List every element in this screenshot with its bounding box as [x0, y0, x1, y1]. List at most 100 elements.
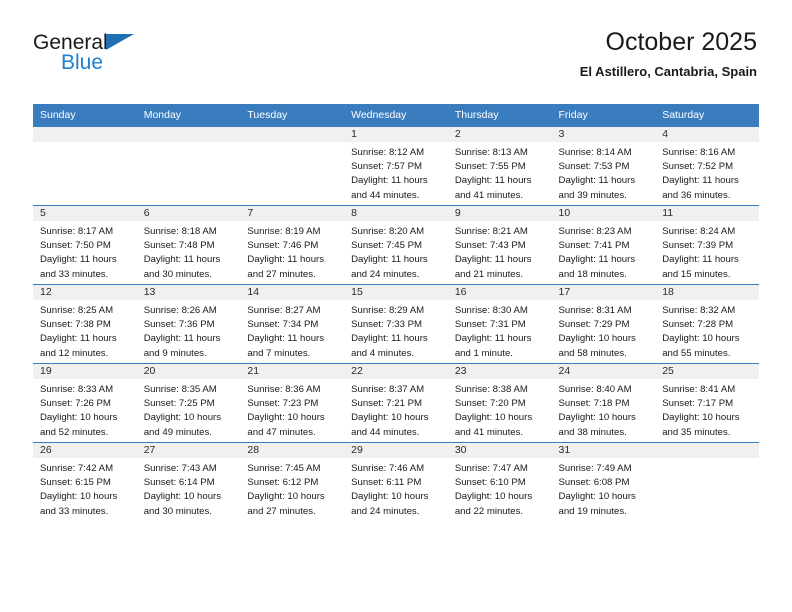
calendar-day-cell[interactable]: 18 Sunrise: 8:32 AM Sunset: 7:28 PM Dayligh… — [655, 284, 759, 364]
calendar-day-cell[interactable]: 20 Sunrise: 8:35 AM Sunset: 7:25 PM Dayligh… — [136, 363, 241, 443]
day-number: 31 — [551, 443, 656, 458]
day-number: 18 — [655, 285, 759, 300]
calendar-day-cell[interactable]: 8 Sunrise: 8:20 AM Sunset: 7:45 PM Daylight… — [344, 205, 448, 285]
day-number: 6 — [136, 206, 241, 221]
sunrise-time: Sunrise: 7:42 AM — [40, 463, 114, 474]
calendar-day-cell[interactable]: 29 Sunrise: 7:46 AM Sunset: 6:11 PM Dayligh… — [344, 442, 448, 521]
day-number: 20 — [136, 364, 241, 379]
sunset-time: Sunset: 6:15 PM — [40, 477, 111, 489]
calendar-day-cell[interactable]: 21 Sunrise: 8:36 AM Sunset: 7:23 PM Dayligh… — [240, 363, 345, 443]
calendar-day-cell[interactable]: 12 Sunrise: 8:25 AM Sunset: 7:38 PM Dayligh… — [33, 284, 137, 364]
day-number: 15 — [344, 285, 448, 300]
sunset-time: Sunset: 7:46 PM — [247, 240, 319, 252]
day-number: 27 — [136, 443, 241, 458]
calendar-day-cell[interactable]: 7 Sunrise: 8:19 AM Sunset: 7:46 PM Daylight… — [240, 205, 345, 285]
sunset-time: Sunset: 7:52 PM — [662, 161, 734, 173]
calendar-day-cell[interactable]: 22 Sunrise: 8:37 AM Sunset: 7:21 PM Dayligh… — [344, 363, 448, 443]
weekday-header-saturday: Saturday — [655, 104, 759, 127]
daylight-duration-line2: and 52 minutes. — [40, 426, 109, 438]
day-number: 3 — [551, 127, 656, 142]
day-number: 9 — [447, 206, 552, 221]
weekday-header-wednesday: Wednesday — [344, 104, 448, 127]
sunrise-time: Sunrise: 8:17 AM — [40, 226, 114, 237]
daylight-duration-line1: Daylight: 11 hours — [247, 333, 325, 345]
calendar-day-cell[interactable]: 27 Sunrise: 7:43 AM Sunset: 6:14 PM Dayligh… — [136, 442, 241, 521]
sunset-time: Sunset: 7:18 PM — [558, 398, 630, 410]
calendar-day-cell-empty — [240, 126, 345, 206]
calendar-day-cell[interactable]: 25 Sunrise: 8:41 AM Sunset: 7:17 PM Dayligh… — [655, 363, 759, 443]
sunset-time: Sunset: 6:11 PM — [351, 477, 422, 489]
calendar-day-cell[interactable]: 23 Sunrise: 8:38 AM Sunset: 7:20 PM Dayligh… — [447, 363, 552, 443]
daylight-duration-line2: and 9 minutes. — [143, 347, 207, 359]
sunrise-time: Sunrise: 7:43 AM — [143, 463, 217, 474]
day-details: Sunrise: 8:27 AM Sunset: 7:34 PM Daylight:… — [240, 300, 344, 361]
daylight-duration-line2: and 15 minutes. — [662, 268, 731, 280]
day-number — [655, 443, 759, 458]
daylight-duration-line1: Daylight: 10 hours — [143, 412, 222, 424]
daylight-duration-line2: and 36 minutes. — [662, 189, 731, 201]
calendar-day-cell[interactable]: 28 Sunrise: 7:45 AM Sunset: 6:12 PM Dayligh… — [240, 442, 345, 521]
calendar-day-cell-empty — [655, 442, 759, 521]
daylight-duration-line1: Daylight: 10 hours — [662, 333, 740, 345]
day-details: Sunrise: 8:13 AM Sunset: 7:55 PM Daylight:… — [448, 142, 552, 203]
sunset-time: Sunset: 6:08 PM — [558, 477, 630, 489]
calendar-day-cell[interactable]: 1 Sunrise: 8:12 AM Sunset: 7:57 PM Daylight… — [344, 126, 448, 206]
day-details: Sunrise: 8:18 AM Sunset: 7:48 PM Daylight:… — [137, 221, 241, 282]
sunset-time: Sunset: 7:41 PM — [558, 240, 630, 252]
sunset-time: Sunset: 7:28 PM — [662, 319, 734, 331]
calendar-grid: Sunday Monday Tuesday Wednesday Thursday… — [33, 104, 759, 521]
calendar-day-cell[interactable]: 16 Sunrise: 8:30 AM Sunset: 7:31 PM Dayligh… — [447, 284, 552, 364]
calendar-day-cell[interactable]: 5 Sunrise: 8:17 AM Sunset: 7:50 PM Daylight… — [33, 205, 137, 285]
calendar-day-cell[interactable]: 26 Sunrise: 7:42 AM Sunset: 6:15 PM Dayligh… — [33, 442, 137, 521]
daylight-duration-line2: and 33 minutes. — [40, 505, 109, 517]
day-details: Sunrise: 7:47 AM Sunset: 6:10 PM Daylight:… — [448, 458, 552, 519]
calendar-day-cell[interactable]: 17 Sunrise: 8:31 AM Sunset: 7:29 PM Dayligh… — [551, 284, 656, 364]
calendar-week-row: 5 Sunrise: 8:17 AM Sunset: 7:50 PM Daylight… — [33, 205, 759, 285]
sunset-time: Sunset: 7:31 PM — [454, 319, 526, 331]
calendar-day-cell[interactable]: 15 Sunrise: 8:29 AM Sunset: 7:33 PM Dayligh… — [344, 284, 448, 364]
daylight-duration-line2: and 22 minutes. — [454, 505, 524, 517]
sunrise-time: Sunrise: 7:49 AM — [558, 463, 632, 474]
calendar-day-cell[interactable]: 3 Sunrise: 8:14 AM Sunset: 7:53 PM Daylight… — [551, 126, 656, 206]
calendar-day-cell[interactable]: 2 Sunrise: 8:13 AM Sunset: 7:55 PM Daylight… — [447, 126, 552, 206]
day-details: Sunrise: 7:43 AM Sunset: 6:14 PM Daylight:… — [137, 458, 241, 519]
day-number: 1 — [344, 127, 448, 142]
sunset-time: Sunset: 7:43 PM — [454, 240, 526, 252]
sunset-time: Sunset: 7:33 PM — [351, 319, 423, 331]
day-details: Sunrise: 8:29 AM Sunset: 7:33 PM Daylight:… — [344, 300, 448, 361]
sunset-time: Sunset: 7:38 PM — [40, 319, 111, 331]
calendar-day-cell[interactable]: 10 Sunrise: 8:23 AM Sunset: 7:41 PM Dayligh… — [551, 205, 656, 285]
day-details: Sunrise: 7:49 AM Sunset: 6:08 PM Daylight:… — [552, 458, 656, 519]
calendar-day-cell[interactable]: 11 Sunrise: 8:24 AM Sunset: 7:39 PM Dayligh… — [655, 205, 759, 285]
daylight-duration-line1: Daylight: 10 hours — [351, 491, 429, 503]
calendar-day-cell[interactable]: 9 Sunrise: 8:21 AM Sunset: 7:43 PM Daylight… — [447, 205, 552, 285]
page-header: General Blue October 2025 El Astillero, … — [33, 28, 757, 90]
sunset-time: Sunset: 7:25 PM — [143, 398, 215, 410]
day-details: Sunrise: 7:45 AM Sunset: 6:12 PM Daylight:… — [240, 458, 344, 519]
daylight-duration-line2: and 58 minutes. — [558, 347, 627, 359]
daylight-duration-line1: Daylight: 10 hours — [247, 412, 325, 424]
calendar-day-cell[interactable]: 6 Sunrise: 8:18 AM Sunset: 7:48 PM Daylight… — [136, 205, 241, 285]
day-details: Sunrise: 8:36 AM Sunset: 7:23 PM Daylight:… — [240, 379, 344, 440]
weekday-header-thursday: Thursday — [447, 104, 552, 127]
day-number: 11 — [655, 206, 759, 221]
day-number: 26 — [33, 443, 137, 458]
sunset-time: Sunset: 6:12 PM — [247, 477, 319, 489]
calendar-day-cell[interactable]: 19 Sunrise: 8:33 AM Sunset: 7:26 PM Dayligh… — [33, 363, 137, 443]
calendar-body: 1 Sunrise: 8:12 AM Sunset: 7:57 PM Daylight… — [33, 126, 759, 521]
daylight-duration-line1: Daylight: 11 hours — [351, 175, 428, 187]
calendar-day-cell[interactable]: 30 Sunrise: 7:47 AM Sunset: 6:10 PM Dayligh… — [447, 442, 552, 521]
calendar-day-cell[interactable]: 4 Sunrise: 8:16 AM Sunset: 7:52 PM Daylight… — [655, 126, 759, 206]
sunset-time: Sunset: 7:20 PM — [454, 398, 526, 410]
day-details: Sunrise: 8:14 AM Sunset: 7:53 PM Daylight:… — [552, 142, 656, 203]
calendar-day-cell[interactable]: 14 Sunrise: 8:27 AM Sunset: 7:34 PM Dayligh… — [240, 284, 345, 364]
day-number — [136, 127, 241, 142]
calendar-day-cell[interactable]: 31 Sunrise: 7:49 AM Sunset: 6:08 PM Dayligh… — [551, 442, 656, 521]
sunrise-time: Sunrise: 8:40 AM — [558, 384, 632, 395]
calendar-day-cell[interactable]: 24 Sunrise: 8:40 AM Sunset: 7:18 PM Dayligh… — [551, 363, 656, 443]
daylight-duration-line1: Daylight: 11 hours — [247, 254, 325, 266]
day-number: 29 — [344, 443, 448, 458]
sunset-time: Sunset: 7:21 PM — [351, 398, 423, 410]
calendar-day-cell[interactable]: 13 Sunrise: 8:26 AM Sunset: 7:36 PM Dayligh… — [136, 284, 241, 364]
daylight-duration-line1: Daylight: 11 hours — [454, 254, 532, 266]
